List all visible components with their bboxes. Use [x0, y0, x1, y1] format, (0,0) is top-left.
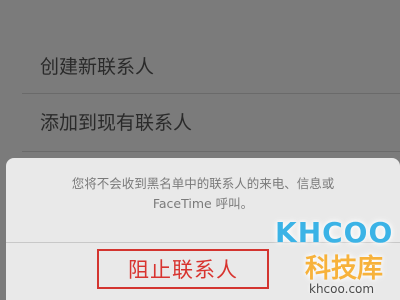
- menu-item-add-to-existing-contact[interactable]: 添加到现有联系人: [22, 100, 400, 146]
- sheet-message-line-1: 您将不会收到黑名单中的联系人的来电、信息或: [71, 176, 335, 191]
- watermark-url: khcoo.com: [309, 282, 375, 296]
- watermark-brand: KHCOO: [275, 216, 394, 249]
- menu-item-label: 添加到现有联系人: [40, 112, 193, 134]
- block-contact-button[interactable]: 阻止联系人: [97, 249, 269, 289]
- menu-item-label: 创建新联系人: [40, 56, 155, 78]
- menu-divider: [22, 151, 400, 152]
- contact-options-menu: 创建新联系人 添加到现有联系人: [0, 0, 400, 160]
- menu-divider: [22, 93, 400, 94]
- menu-item-create-new-contact[interactable]: 创建新联系人: [22, 44, 400, 90]
- watermark-cn-name: 科技库: [305, 254, 384, 284]
- sheet-message-line-2: FaceTime 呼叫。: [152, 196, 254, 211]
- watermark-logo: KHCOO 科技库 khcoo.com: [265, 216, 395, 300]
- sheet-message: 您将不会收到黑名单中的联系人的来电、信息或 FaceTime 呼叫。: [6, 174, 400, 214]
